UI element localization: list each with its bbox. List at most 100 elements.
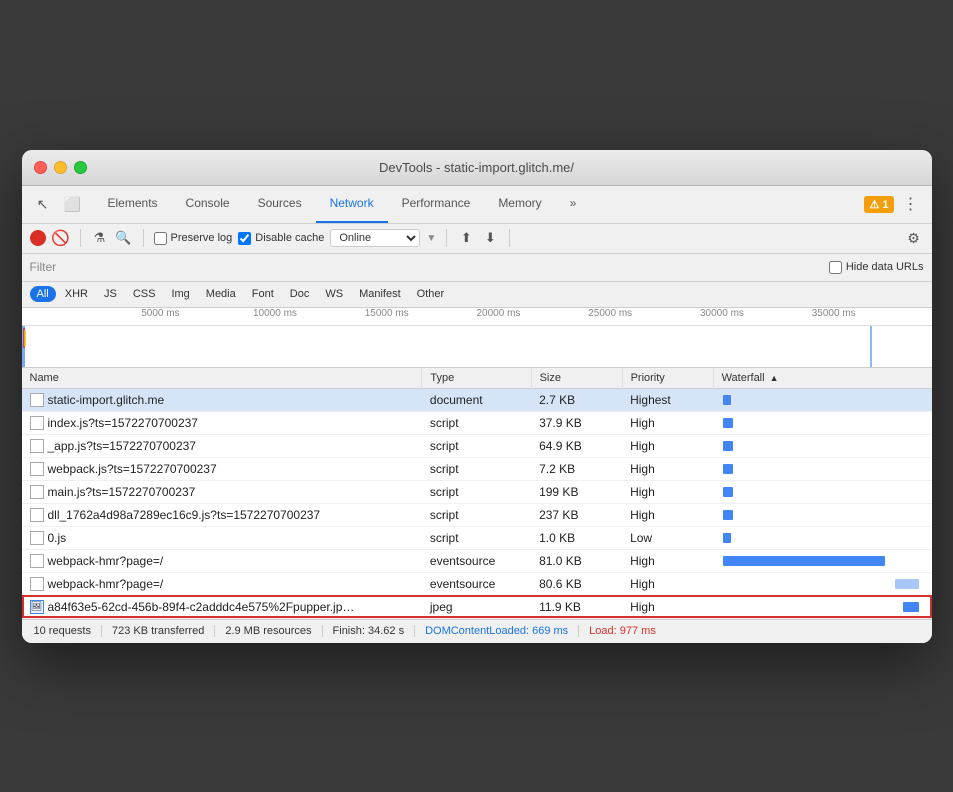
scale-25000: 25000 ms (588, 308, 700, 325)
file-name-text: dll_1762a4d98a7289ec16c9.js?ts=157227070… (48, 508, 321, 522)
cell-name: index.js?ts=1572270700237 (22, 411, 422, 434)
tl-indicator-yellow (24, 330, 26, 346)
type-btn-xhr[interactable]: XHR (58, 286, 95, 302)
cell-size: 81.0 KB (531, 549, 622, 572)
col-header-name[interactable]: Name (22, 368, 422, 389)
cell-priority: High (622, 457, 713, 480)
devtools-window: DevTools - static-import.glitch.me/ ↖ ⬜ … (22, 150, 932, 643)
preserve-log-checkbox[interactable] (154, 232, 167, 245)
cell-name: webpack.js?ts=1572270700237 (22, 457, 422, 480)
table-row[interactable]: dll_1762a4d98a7289ec16c9.js?ts=157227070… (22, 503, 932, 526)
upload-icon-button[interactable]: ⬆ (457, 229, 475, 247)
device-icon-button[interactable]: ⬜ (60, 191, 86, 217)
table-row[interactable]: static-import.glitch.me document 2.7 KB … (22, 388, 932, 411)
cell-type: script (422, 503, 531, 526)
type-btn-js[interactable]: JS (97, 286, 124, 302)
file-icon (30, 439, 44, 453)
separator-3 (446, 229, 447, 247)
tab-console[interactable]: Console (172, 185, 244, 223)
filter-row: Filter Hide data URLs (22, 254, 932, 282)
type-btn-other[interactable]: Other (410, 286, 452, 302)
filter-label: Filter (30, 260, 57, 274)
type-btn-font[interactable]: Font (245, 286, 281, 302)
download-icon-button[interactable]: ⬇ (481, 229, 499, 247)
sort-arrow: ▲ (770, 373, 779, 383)
type-btn-img[interactable]: Img (164, 286, 196, 302)
tab-sources[interactable]: Sources (244, 185, 316, 223)
hide-data-urls-label[interactable]: Hide data URLs (829, 261, 924, 274)
file-icon-img: 🖼 (30, 600, 44, 614)
type-btn-all[interactable]: All (30, 286, 56, 302)
waterfall-bar (723, 441, 733, 451)
cell-type: eventsource (422, 549, 531, 572)
cell-size: 64.9 KB (531, 434, 622, 457)
tab-network[interactable]: Network (316, 185, 388, 223)
status-finish: Finish: 34.62 s (323, 625, 416, 637)
cell-waterfall (713, 503, 931, 526)
waterfall-bar (723, 510, 733, 520)
tab-more[interactable]: » (556, 185, 591, 223)
disable-cache-label[interactable]: Disable cache (238, 232, 324, 245)
file-icon (30, 462, 44, 476)
col-header-priority[interactable]: Priority (622, 368, 713, 389)
col-header-waterfall[interactable]: Waterfall ▲ (713, 368, 931, 389)
close-button[interactable] (34, 161, 47, 174)
table-row[interactable]: 🖼 a84f63e5-62cd-456b-89f4-c2adddc4e575%2… (22, 595, 932, 618)
type-btn-css[interactable]: CSS (126, 286, 163, 302)
type-btn-manifest[interactable]: Manifest (352, 286, 408, 302)
table-row[interactable]: 0.js script 1.0 KB Low (22, 526, 932, 549)
hide-data-urls-checkbox[interactable] (829, 261, 842, 274)
col-header-type[interactable]: Type (422, 368, 531, 389)
network-table: Name Type Size Priority Waterfall ▲ stat (22, 368, 932, 619)
scale-30000: 30000 ms (700, 308, 812, 325)
filter-icon-button[interactable]: ⚗ (91, 229, 109, 247)
cell-waterfall (713, 572, 931, 595)
file-icon (30, 485, 44, 499)
record-button[interactable] (30, 230, 46, 246)
type-filter-row: All XHR JS CSS Img Media Font Doc WS Man… (22, 282, 932, 308)
tab-memory[interactable]: Memory (484, 185, 555, 223)
separator-1 (80, 229, 81, 247)
cell-type: jpeg (422, 595, 531, 618)
tab-performance[interactable]: Performance (388, 185, 485, 223)
network-table-wrap: Name Type Size Priority Waterfall ▲ stat (22, 368, 932, 619)
cell-waterfall (713, 526, 931, 549)
filter-input-wrap: Filter (30, 260, 141, 274)
table-row[interactable]: webpack-hmr?page=/ eventsource 80.6 KB H… (22, 572, 932, 595)
gear-settings-button[interactable]: ⚙ (904, 228, 924, 248)
preserve-log-label[interactable]: Preserve log (154, 232, 233, 245)
cell-size: 199 KB (531, 480, 622, 503)
kebab-menu-button[interactable]: ⋮ (898, 191, 924, 217)
table-row[interactable]: webpack-hmr?page=/ eventsource 81.0 KB H… (22, 549, 932, 572)
cell-type: script (422, 457, 531, 480)
file-name-text: static-import.glitch.me (48, 393, 165, 407)
disable-cache-checkbox[interactable] (238, 232, 251, 245)
window-title: DevTools - static-import.glitch.me/ (379, 160, 574, 175)
hide-data-text: Hide data URLs (846, 261, 924, 273)
filter-input[interactable] (60, 260, 140, 274)
maximize-button[interactable] (74, 161, 87, 174)
tl-indicator-right (870, 326, 872, 368)
status-load: Load: 977 ms (579, 625, 666, 637)
cell-waterfall (713, 595, 931, 618)
tab-elements[interactable]: Elements (94, 185, 172, 223)
throttle-select[interactable]: Online No throttling Slow 3G Fast 3G (330, 229, 420, 247)
type-btn-ws[interactable]: WS (318, 286, 350, 302)
clear-button[interactable]: 🚫 (52, 229, 70, 247)
type-btn-doc[interactable]: Doc (283, 286, 317, 302)
col-header-size[interactable]: Size (531, 368, 622, 389)
table-row[interactable]: _app.js?ts=1572270700237 script 64.9 KB … (22, 434, 932, 457)
table-row[interactable]: main.js?ts=1572270700237 script 199 KB H… (22, 480, 932, 503)
file-name-text: main.js?ts=1572270700237 (48, 485, 196, 499)
devtools-body: ↖ ⬜ Elements Console Sources Network Per… (22, 186, 932, 643)
table-row[interactable]: webpack.js?ts=1572270700237 script 7.2 K… (22, 457, 932, 480)
table-row[interactable]: index.js?ts=1572270700237 script 37.9 KB… (22, 411, 932, 434)
timeline-bars (22, 326, 932, 368)
type-btn-media[interactable]: Media (199, 286, 243, 302)
search-icon-button[interactable]: 🔍 (115, 229, 133, 247)
cursor-icon-button[interactable]: ↖ (30, 191, 56, 217)
title-bar: DevTools - static-import.glitch.me/ (22, 150, 932, 186)
minimize-button[interactable] (54, 161, 67, 174)
cell-name: webpack-hmr?page=/ (22, 572, 422, 595)
file-icon (30, 393, 44, 407)
